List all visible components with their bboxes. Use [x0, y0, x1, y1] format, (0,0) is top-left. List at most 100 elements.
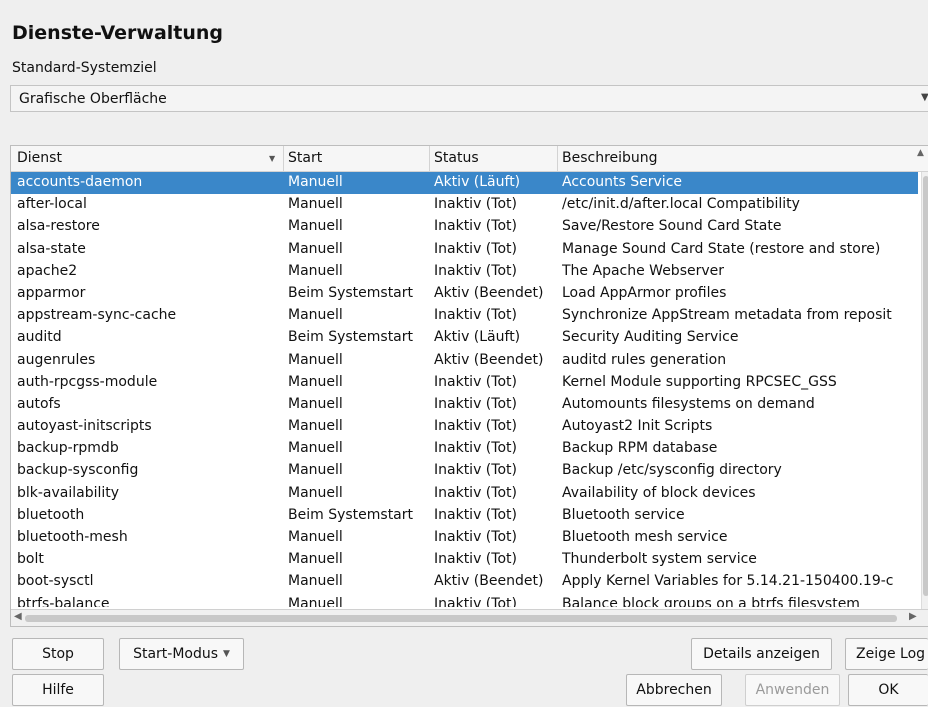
- scroll-up-icon[interactable]: ▲: [917, 148, 924, 158]
- scroll-right-icon[interactable]: ▶: [909, 611, 917, 622]
- table-header: Dienst ▼ Start Status Beschreibung ▲: [11, 146, 928, 172]
- table-row[interactable]: bluetooth-mesh Manuell Inaktiv (Tot) Blueto…: [11, 527, 918, 549]
- cell-status: Inaktiv (Tot): [434, 462, 517, 479]
- cell-start-mode: Manuell: [288, 174, 343, 190]
- cell-status: Inaktiv (Tot): [434, 551, 517, 568]
- cell-status: Inaktiv (Tot): [434, 595, 517, 607]
- table-row[interactable]: alsa-state Manuell Inaktiv (Tot) Manage Sou…: [11, 239, 918, 261]
- scroll-left-icon[interactable]: ◀: [14, 611, 22, 622]
- show-log-button-label: Zeige Log: [856, 646, 926, 662]
- header-service[interactable]: Dienst: [17, 150, 62, 166]
- horizontal-scroll-thumb[interactable]: [25, 615, 897, 622]
- cell-description: Synchronize AppStream metadata from repo…: [562, 307, 892, 324]
- cell-description: Thunderbolt system service: [562, 551, 757, 568]
- cell-description: Balance block groups on a btrfs filesyst…: [562, 595, 860, 607]
- cell-status: Inaktiv (Tot): [434, 440, 517, 457]
- table-row[interactable]: backup-rpmdb Manuell Inaktiv (Tot) Backup R…: [11, 438, 918, 460]
- column-divider[interactable]: [283, 146, 284, 171]
- cell-start-mode: Manuell: [288, 373, 343, 390]
- cell-status: Inaktiv (Tot): [434, 529, 517, 545]
- cell-start-mode: Manuell: [288, 529, 343, 545]
- ok-button-label: OK: [878, 682, 899, 698]
- cell-service-name: auth-rpcgss-module: [17, 373, 158, 390]
- cell-status: Inaktiv (Tot): [434, 307, 517, 324]
- cell-status: Inaktiv (Tot): [434, 395, 517, 412]
- cell-start-mode: Manuell: [288, 440, 343, 457]
- cell-service-name: autoyast-initscripts: [17, 418, 152, 435]
- cell-status: Aktiv (Beendet): [434, 351, 544, 368]
- cell-start-mode: Manuell: [288, 307, 343, 324]
- table-row[interactable]: apache2 Manuell Inaktiv (Tot) The Apache We…: [11, 261, 918, 283]
- cell-start-mode: Manuell: [288, 595, 343, 607]
- table-row[interactable]: auth-rpcgss-module Manuell Inaktiv (Tot) Ke…: [11, 372, 918, 394]
- cell-description: Security Auditing Service: [562, 329, 739, 346]
- dialog-title: Dienste-Verwaltung: [12, 22, 224, 44]
- column-divider[interactable]: [557, 146, 558, 171]
- table-row[interactable]: auditd Beim Systemstart Aktiv (Läuft) Secur…: [11, 327, 918, 349]
- cell-service-name: backup-rpmdb: [17, 440, 119, 457]
- cell-service-name: bolt: [17, 551, 44, 568]
- header-description[interactable]: Beschreibung: [562, 150, 658, 166]
- cell-description: Load AppArmor profiles: [562, 284, 727, 301]
- cell-status: Inaktiv (Tot): [434, 484, 517, 501]
- chevron-down-icon: ▼: [921, 92, 928, 103]
- dropdown-arrow-icon: ▼: [223, 649, 230, 659]
- table-row[interactable]: btrfs-balance Manuell Inaktiv (Tot) Balance…: [11, 594, 918, 607]
- header-start[interactable]: Start: [288, 150, 322, 166]
- show-details-button[interactable]: Details anzeigen: [691, 638, 832, 670]
- help-button[interactable]: Hilfe: [12, 674, 104, 706]
- cell-description: Availability of block devices: [562, 484, 756, 501]
- table-row[interactable]: boot-sysctl Manuell Aktiv (Beendet) Apply K…: [11, 571, 918, 593]
- cell-service-name: blk-availability: [17, 484, 120, 501]
- table-row[interactable]: backup-sysconfig Manuell Inaktiv (Tot) Back…: [11, 460, 918, 482]
- start-mode-button-label: Start-Modus: [133, 646, 219, 662]
- table-row[interactable]: bolt Manuell Inaktiv (Tot) Thunderbolt syst…: [11, 549, 918, 571]
- stop-button[interactable]: Stop: [12, 638, 104, 670]
- start-mode-button[interactable]: Start-Modus ▼: [119, 638, 244, 670]
- cell-start-mode: Beim Systemstart: [288, 284, 414, 301]
- show-details-button-label: Details anzeigen: [703, 646, 820, 662]
- apply-button-label: Anwenden: [755, 682, 830, 698]
- cell-service-name: augenrules: [17, 351, 96, 368]
- table-row[interactable]: autoyast-initscripts Manuell Inaktiv (Tot)…: [11, 416, 918, 438]
- vertical-scroll-thumb[interactable]: [923, 176, 928, 596]
- table-row[interactable]: blk-availability Manuell Inaktiv (Tot) Avai…: [11, 483, 918, 505]
- table-row[interactable]: accounts-daemon Manuell Aktiv (Läuft) Accou…: [11, 172, 918, 195]
- cell-start-mode: Manuell: [288, 351, 343, 368]
- table-row[interactable]: after-local Manuell Inaktiv (Tot) /etc/init…: [11, 194, 918, 216]
- table-row[interactable]: autofs Manuell Inaktiv (Tot) Automounts fil…: [11, 394, 918, 416]
- show-log-button[interactable]: Zeige Log: [845, 638, 928, 670]
- table-row[interactable]: appstream-sync-cache Manuell Inaktiv (Tot)…: [11, 305, 918, 327]
- cell-service-name: auditd: [17, 329, 62, 346]
- cell-description: Manage Sound Card State (restore and sto…: [562, 240, 881, 257]
- cell-description: Autoyast2 Init Scripts: [562, 418, 713, 435]
- cell-start-mode: Manuell: [288, 395, 343, 412]
- table-row[interactable]: alsa-restore Manuell Inaktiv (Tot) Save/Res…: [11, 216, 918, 238]
- cell-status: Inaktiv (Tot): [434, 418, 517, 435]
- header-status[interactable]: Status: [434, 150, 479, 166]
- cell-status: Inaktiv (Tot): [434, 240, 517, 257]
- help-button-label: Hilfe: [42, 682, 74, 698]
- services-table[interactable]: Dienst ▼ Start Status Beschreibung ▲ acc…: [10, 145, 928, 627]
- cell-service-name: bluetooth: [17, 506, 85, 523]
- table-body: accounts-daemon Manuell Aktiv (Läuft) Accou…: [11, 172, 918, 607]
- apply-button[interactable]: Anwenden: [745, 674, 840, 706]
- cell-service-name: accounts-daemon: [17, 174, 143, 190]
- cell-start-mode: Manuell: [288, 240, 343, 257]
- cell-status: Aktiv (Läuft): [434, 329, 521, 346]
- default-target-select[interactable]: Grafische Oberfläche ▼: [10, 85, 928, 112]
- cell-status: Aktiv (Beendet): [434, 573, 544, 590]
- sort-descending-icon: ▼: [269, 154, 276, 163]
- ok-button[interactable]: OK: [848, 674, 928, 706]
- table-row[interactable]: augenrules Manuell Aktiv (Beendet) auditd r…: [11, 350, 918, 372]
- cell-description: Save/Restore Sound Card State: [562, 218, 782, 235]
- cell-description: Kernel Module supporting RPCSEC_GSS: [562, 373, 837, 390]
- table-row[interactable]: apparmor Beim Systemstart Aktiv (Beendet) L…: [11, 283, 918, 305]
- horizontal-scrollbar[interactable]: ◀ ▶: [11, 609, 928, 626]
- table-row[interactable]: bluetooth Beim Systemstart Inaktiv (Tot) Bl…: [11, 505, 918, 527]
- vertical-scrollbar[interactable]: [921, 172, 928, 609]
- cell-description: The Apache Webserver: [562, 262, 725, 279]
- cancel-button[interactable]: Abbrechen: [626, 674, 722, 706]
- cell-service-name: alsa-restore: [17, 218, 100, 235]
- column-divider[interactable]: [429, 146, 430, 171]
